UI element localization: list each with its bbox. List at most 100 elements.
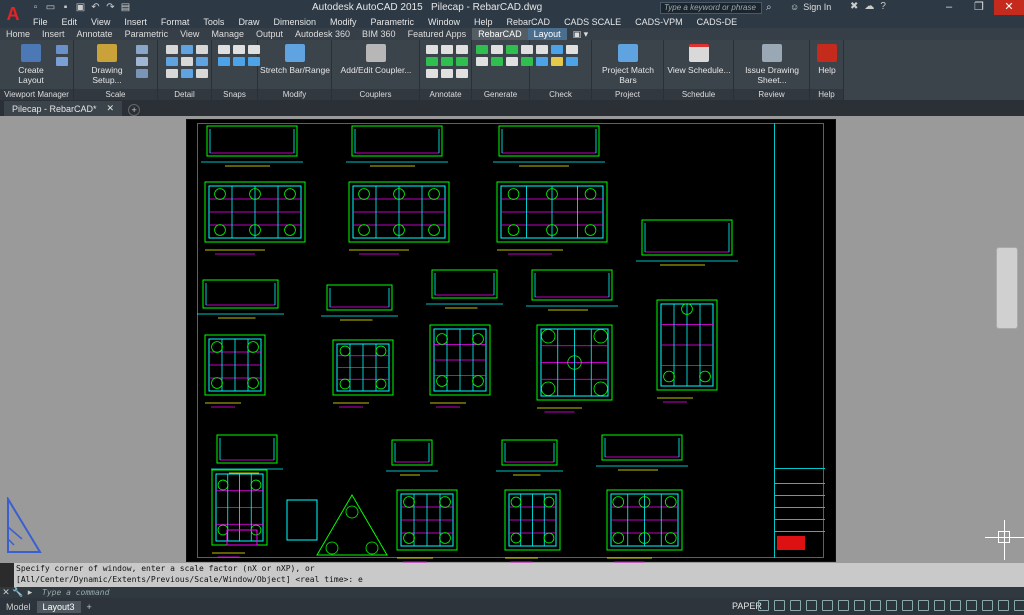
panel-title[interactable]: Project — [592, 89, 663, 100]
drawing-setup-button[interactable]: Drawing Setup... — [78, 44, 136, 85]
recent-commands-icon[interactable]: ▸ — [24, 587, 36, 598]
navigation-bar[interactable] — [996, 247, 1018, 329]
snap-mode-icon[interactable] — [758, 600, 769, 611]
check-icon[interactable] — [536, 57, 548, 66]
detail-icon[interactable] — [166, 69, 178, 78]
menu-item[interactable]: View — [84, 17, 117, 27]
workspace-icon[interactable] — [902, 600, 913, 611]
customize-icon[interactable]: 🔧 — [12, 587, 24, 598]
tab-autodesk-360[interactable]: Autodesk 360 — [289, 28, 356, 40]
redo-icon[interactable]: ↷ — [105, 2, 116, 13]
hardware-acceleration-icon[interactable] — [998, 600, 1009, 611]
menu-item[interactable]: Draw — [231, 17, 266, 27]
detail-icon[interactable] — [166, 45, 178, 54]
tab-featured-apps[interactable]: Featured Apps — [402, 28, 473, 40]
detail-icon[interactable] — [181, 45, 193, 54]
check-icon[interactable] — [566, 45, 578, 54]
annotate-icon[interactable] — [426, 45, 438, 54]
sign-in-area[interactable]: ☺ Sign In — [790, 2, 831, 12]
panel-title[interactable]: Annotate — [420, 89, 471, 100]
panel-title[interactable]: Generate — [472, 89, 529, 100]
scale-icon[interactable] — [136, 69, 148, 78]
annotation-scale-icon[interactable] — [886, 600, 897, 611]
lineweight-icon[interactable] — [838, 600, 849, 611]
ortho-icon[interactable] — [790, 600, 801, 611]
minimize-icon[interactable]: – — [934, 0, 964, 15]
annotate-icon[interactable] — [426, 57, 438, 66]
help-button[interactable]: Help — [814, 44, 840, 75]
tab-insert[interactable]: Insert — [36, 28, 71, 40]
search-input[interactable]: Type a keyword or phrase — [660, 2, 762, 14]
units-icon[interactable] — [934, 600, 945, 611]
document-tab[interactable]: Pilecap - RebarCAD* ✕ — [4, 101, 123, 116]
check-icon[interactable] — [536, 45, 548, 54]
check-icon[interactable] — [551, 45, 563, 54]
panel-title[interactable]: Check — [530, 89, 591, 100]
menu-item[interactable]: CADS SCALE — [557, 17, 628, 27]
application-menu-button[interactable]: A — [0, 0, 26, 28]
panel-title[interactable]: Snaps — [212, 89, 257, 100]
lock-ui-icon[interactable] — [966, 600, 977, 611]
tab-layout[interactable]: Layout — [527, 28, 567, 40]
isolate-objects-icon[interactable] — [982, 600, 993, 611]
annotate-icon[interactable] — [441, 69, 453, 78]
menu-item[interactable]: Insert — [117, 17, 154, 27]
new-icon[interactable]: ▫ — [30, 2, 41, 13]
menu-item[interactable]: CADS-DE — [690, 17, 745, 27]
annotate-icon[interactable] — [456, 45, 468, 54]
close-tab-icon[interactable]: ✕ — [107, 103, 115, 114]
ribbon-options-icon[interactable]: ▣ ▾ — [567, 28, 595, 40]
autodesk-360-icon[interactable]: ☁ — [864, 1, 874, 12]
panel-title[interactable]: Viewport Manager — [0, 89, 73, 100]
viewport-icon[interactable] — [56, 45, 68, 54]
snap-icon[interactable] — [233, 57, 245, 66]
issue-drawing-sheet-button[interactable]: Issue Drawing Sheet... — [736, 44, 808, 85]
stretch-bar-range-button[interactable]: Stretch Bar/Range — [260, 44, 330, 75]
selection-cycling-icon[interactable] — [870, 600, 881, 611]
snap-icon[interactable] — [233, 45, 245, 54]
command-line[interactable]: ✕ 🔧 ▸ Type a command — [0, 587, 1024, 598]
menu-item[interactable]: Dimension — [266, 17, 323, 27]
detail-icon[interactable] — [166, 57, 178, 66]
restore-icon[interactable]: ❐ — [964, 0, 994, 15]
layout-tab-model[interactable]: Model — [0, 601, 37, 613]
menu-item[interactable]: CADS-VPM — [628, 17, 690, 27]
annotation-monitor-icon[interactable] — [918, 600, 929, 611]
generate-icon[interactable] — [476, 57, 488, 66]
paper-sheet[interactable] — [186, 119, 836, 563]
menu-item[interactable]: Edit — [55, 17, 85, 27]
save-icon[interactable]: ▪ — [60, 2, 71, 13]
menu-item[interactable]: Modify — [323, 17, 364, 27]
tab-output[interactable]: Output — [250, 28, 289, 40]
detail-icon[interactable] — [196, 45, 208, 54]
grid-icon[interactable] — [774, 600, 785, 611]
generate-icon[interactable] — [506, 45, 518, 54]
tab-manage[interactable]: Manage — [205, 28, 250, 40]
detail-icon[interactable] — [196, 57, 208, 66]
menu-item[interactable]: Window — [421, 17, 467, 27]
view-schedule-button[interactable]: View Schedule... — [666, 44, 732, 75]
new-tab-button[interactable]: + — [128, 104, 141, 116]
exchange-icon[interactable]: ✖ — [850, 1, 858, 12]
search-icon[interactable]: ⌕ — [766, 2, 772, 13]
annotate-icon[interactable] — [456, 69, 468, 78]
annotate-icon[interactable] — [441, 57, 453, 66]
transparency-icon[interactable] — [854, 600, 865, 611]
generate-icon[interactable] — [491, 45, 503, 54]
tab-parametric[interactable]: Parametric — [119, 28, 175, 40]
close-icon[interactable]: ✕ — [994, 0, 1024, 15]
osnap-icon[interactable] — [822, 600, 833, 611]
generate-icon[interactable] — [476, 45, 488, 54]
scale-icon[interactable] — [136, 45, 148, 54]
snap-icon[interactable] — [218, 57, 230, 66]
menu-item[interactable]: RebarCAD — [500, 17, 558, 27]
snap-icon[interactable] — [218, 45, 230, 54]
scale-icon[interactable] — [136, 57, 148, 66]
close-command-line-icon[interactable]: ✕ — [0, 587, 12, 598]
create-layout-button[interactable]: Create Layout — [6, 44, 56, 85]
layout-tab-layout3[interactable]: Layout3 — [36, 600, 81, 613]
tab-rebarcad[interactable]: RebarCAD — [472, 28, 528, 40]
detail-icon[interactable] — [181, 57, 193, 66]
check-icon[interactable] — [566, 57, 578, 66]
open-icon[interactable]: ▭ — [45, 2, 56, 13]
